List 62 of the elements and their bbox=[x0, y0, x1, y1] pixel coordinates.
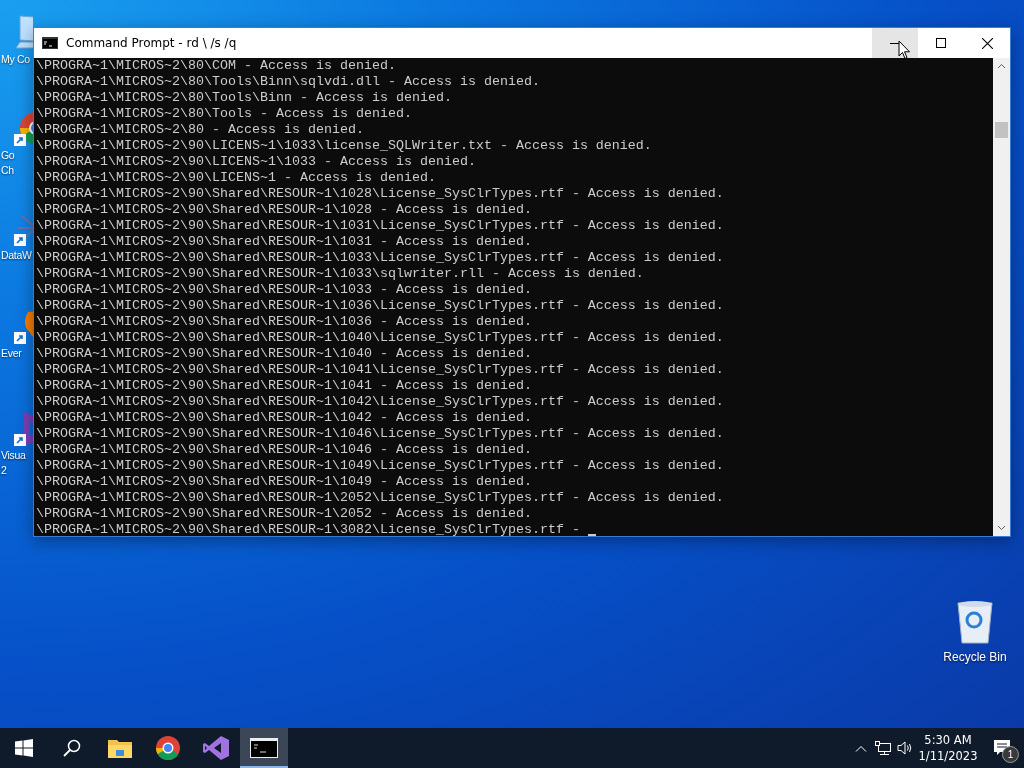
console-line: \PROGRA~1\MICROS~2\90\Shared\RESOUR~1\1049\License_SysClrTypes.rtf - Access is denied. bbox=[36, 458, 724, 474]
search-icon bbox=[63, 739, 81, 757]
console-line: \PROGRA~1\MICROS~2\90\Shared\RESOUR~1\1040 - Access is denied. bbox=[36, 346, 532, 362]
console-line: \PROGRA~1\MICROS~2\90\Shared\RESOUR~1\1036\License_SysClrTypes.rtf - Access is denied. bbox=[36, 298, 724, 314]
console-line: \PROGRA~1\MICROS~2\90\Shared\RESOUR~1\1049 - Access is denied. bbox=[36, 474, 532, 490]
terminal-icon bbox=[250, 738, 278, 758]
chevron-up-icon bbox=[855, 744, 867, 752]
console-line: \PROGRA~1\MICROS~2\90\Shared\RESOUR~1\1033\sqlwriter.rll - Access is denied. bbox=[36, 266, 644, 282]
desktop-icon-label: Ch bbox=[0, 163, 14, 178]
console-line: \PROGRA~1\MICROS~2\90\Shared\RESOUR~1\2052 - Access is denied. bbox=[36, 506, 532, 522]
action-center-button[interactable]: 1 bbox=[980, 728, 1024, 768]
desktop-icon-label: My Co bbox=[0, 52, 30, 67]
clock-time[interactable]: 5:30 AM bbox=[924, 732, 972, 748]
console-line: \PROGRA~1\MICROS~2\90\Shared\RESOUR~1\1036 - Access is denied. bbox=[36, 314, 532, 330]
windows-logo-icon bbox=[15, 739, 33, 757]
maximize-icon bbox=[936, 38, 946, 48]
console-line: \PROGRA~1\MICROS~2\80\COM - Access is denied. bbox=[36, 58, 396, 74]
console-line: \PROGRA~1\MICROS~2\90\Shared\RESOUR~1\1041 - Access is denied. bbox=[36, 378, 532, 394]
console-line: \PROGRA~1\MICROS~2\90\Shared\RESOUR~1\2052\License_SysClrTypes.rtf - Access is denied. bbox=[36, 490, 724, 506]
console-line: \PROGRA~1\MICROS~2\90\LICENS~1 - Access is denied. bbox=[36, 170, 436, 186]
text-cursor-icon bbox=[587, 534, 596, 536]
desktop-icon-label: Ever bbox=[0, 346, 22, 361]
console-line: \PROGRA~1\MICROS~2\80 - Access is denied. bbox=[36, 122, 364, 138]
desktop-icon-label: 2 bbox=[0, 463, 7, 478]
console-line: \PROGRA~1\MICROS~2\90\Shared\RESOUR~1\1028\License_SysClrTypes.rtf - Access is denied. bbox=[36, 186, 724, 202]
console-line: \PROGRA~1\MICROS~2\90\Shared\RESOUR~1\1033\License_SysClrTypes.rtf - Access is denied. bbox=[36, 250, 724, 266]
visual-studio-icon bbox=[203, 736, 229, 760]
console-line: \PROGRA~1\MICROS~2\90\Shared\RESOUR~1\1031 - Access is denied. bbox=[36, 234, 532, 250]
window-title: Command Prompt - rd \ /s /q bbox=[66, 36, 238, 50]
scrollbar-thumb[interactable] bbox=[995, 122, 1008, 138]
speaker-icon bbox=[897, 741, 913, 755]
console-line: \PROGRA~1\MICROS~2\90\Shared\RESOUR~1\1042 - Access is denied. bbox=[36, 410, 532, 426]
chrome-icon bbox=[156, 736, 180, 760]
console-line: \PROGRA~1\MICROS~2\80\Tools\Binn - Access is denied. bbox=[36, 90, 452, 106]
folder-icon bbox=[108, 738, 132, 758]
console-line: \PROGRA~1\MICROS~2\90\Shared\RESOUR~1\1046 - Access is denied. bbox=[36, 442, 532, 458]
console-line: \PROGRA~1\MICROS~2\90\Shared\RESOUR~1\1031\License_SysClrTypes.rtf - Access is denied. bbox=[36, 218, 724, 234]
console-line: \PROGRA~1\MICROS~2\90\LICENS~1\1033\license_SQLWriter.txt - Access is denied. bbox=[36, 138, 652, 154]
notification-count: 1 bbox=[1002, 746, 1019, 763]
console-line: \PROGRA~1\MICROS~2\80\Tools - Access is denied. bbox=[36, 106, 412, 122]
console-line: \PROGRA~1\MICROS~2\90\Shared\RESOUR~1\3082\License_SysClrTypes.rtf - bbox=[36, 522, 580, 536]
console-line: \PROGRA~1\MICROS~2\90\Shared\RESOUR~1\1041\License_SysClrTypes.rtf - Access is denied. bbox=[36, 362, 724, 378]
terminal-icon bbox=[42, 37, 58, 49]
console-line: \PROGRA~1\MICROS~2\90\Shared\RESOUR~1\1028 - Access is denied. bbox=[36, 202, 532, 218]
desktop-icon-label: Visua bbox=[0, 448, 26, 463]
scrollbar[interactable] bbox=[993, 58, 1010, 536]
close-icon bbox=[981, 37, 993, 49]
console-line: \PROGRA~1\MICROS~2\90\Shared\RESOUR~1\1042\License_SysClrTypes.rtf - Access is denied. bbox=[36, 394, 724, 410]
minimize-button[interactable] bbox=[872, 28, 918, 58]
console-line: \PROGRA~1\MICROS~2\80\Tools\Binn\sqlvdi.dll - Access is denied. bbox=[36, 74, 540, 90]
clock-date[interactable]: 1/11/2023 bbox=[918, 748, 978, 764]
desktop-icon-label: DataW bbox=[0, 248, 32, 263]
desktop-icon-label: Go bbox=[0, 148, 15, 163]
console-line: \PROGRA~1\MICROS~2\90\Shared\RESOUR~1\1033 - Access is denied. bbox=[36, 282, 532, 298]
computer-desktop-icon[interactable] bbox=[14, 12, 33, 52]
network-icon bbox=[875, 741, 891, 755]
console-line: \PROGRA~1\MICROS~2\90\LICENS~1\1033 - Access is denied. bbox=[36, 154, 476, 170]
console-line: \PROGRA~1\MICROS~2\90\Shared\RESOUR~1\1040\License_SysClrTypes.rtf - Access is denied. bbox=[36, 330, 724, 346]
cmd-taskbar-button[interactable] bbox=[240, 728, 288, 768]
console-line: \PROGRA~1\MICROS~2\90\Shared\RESOUR~1\1046\License_SysClrTypes.rtf - Access is denied. bbox=[36, 426, 724, 442]
desktop-icon-label: Recycle Bin bbox=[943, 650, 1007, 665]
recycle-bin-icon[interactable] bbox=[955, 600, 995, 644]
